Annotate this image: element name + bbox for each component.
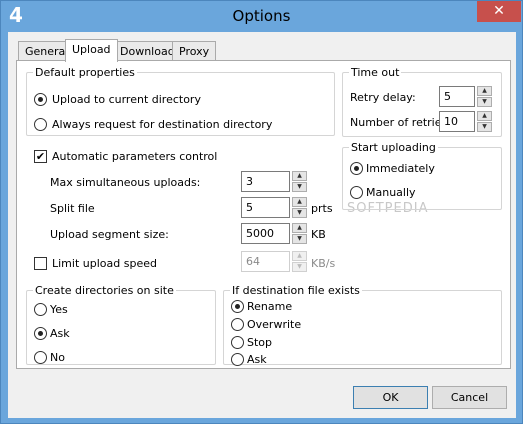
tab-proxy[interactable]: Proxy xyxy=(172,41,217,61)
dialog-client-area: General Upload Download Proxy SOFTPEDIA … xyxy=(8,32,516,418)
start-uploading-group: Start uploading Immediately Manually xyxy=(342,141,502,210)
spin-up-icon[interactable]: ▲ xyxy=(477,111,492,121)
split-file-input[interactable]: 5 xyxy=(241,197,290,218)
max-uploads-label: Max simultaneous uploads: xyxy=(50,176,201,189)
radio-dest-rename[interactable] xyxy=(231,300,244,313)
radio-create-dirs-no-label[interactable]: No xyxy=(50,351,65,364)
spin-down-icon[interactable]: ▼ xyxy=(292,182,307,192)
timeout-legend: Time out xyxy=(349,66,402,79)
create-dirs-legend: Create directories on site xyxy=(33,284,176,297)
create-dirs-group: Create directories on site Yes Ask No xyxy=(26,284,216,365)
limit-speed-input[interactable]: 64 xyxy=(241,251,290,272)
retry-delay-input[interactable]: 5 xyxy=(439,86,475,107)
default-properties-legend: Default properties xyxy=(33,66,137,79)
radio-immediately-label[interactable]: Immediately xyxy=(366,162,435,175)
spin-down-icon[interactable]: ▼ xyxy=(292,234,307,244)
spin-down-icon[interactable]: ▼ xyxy=(292,208,307,218)
retries-spinner[interactable]: ▲ ▼ xyxy=(477,111,492,132)
spin-down-icon[interactable]: ▼ xyxy=(477,97,492,107)
retries-input[interactable]: 10 xyxy=(439,111,475,132)
spin-up-icon[interactable]: ▲ xyxy=(292,251,307,261)
radio-immediately[interactable] xyxy=(350,162,363,175)
options-dialog: 4 Options ✕ General Upload Download Prox… xyxy=(0,0,523,424)
radio-upload-current-dir[interactable] xyxy=(34,93,47,106)
radio-manually-label[interactable]: Manually xyxy=(366,186,416,199)
tab-upload[interactable]: Upload xyxy=(65,39,118,62)
split-file-spinner[interactable]: ▲ ▼ xyxy=(292,197,307,218)
auto-params-label[interactable]: Automatic parameters control xyxy=(52,150,217,163)
radio-dest-rename-label[interactable]: Rename xyxy=(247,300,292,313)
dest-exists-group: If destination file exists Rename Overwr… xyxy=(223,284,502,366)
limit-speed-label[interactable]: Limit upload speed xyxy=(52,257,157,270)
timeout-group: Time out Retry delay: 5 ▲ ▼ Number of re… xyxy=(342,66,502,137)
retries-label: Number of retries: xyxy=(350,116,451,129)
spin-up-icon[interactable]: ▲ xyxy=(292,223,307,233)
radio-create-dirs-ask-label[interactable]: Ask xyxy=(50,327,70,340)
radio-upload-current-dir-label[interactable]: Upload to current directory xyxy=(52,93,201,106)
radio-create-dirs-ask[interactable] xyxy=(34,327,47,340)
segment-size-input[interactable]: 5000 xyxy=(241,223,290,244)
retry-delay-label: Retry delay: xyxy=(350,91,416,104)
spin-up-icon[interactable]: ▲ xyxy=(292,171,307,181)
radio-dest-overwrite[interactable] xyxy=(231,318,244,331)
radio-dest-ask-label[interactable]: Ask xyxy=(247,353,267,366)
max-uploads-input[interactable]: 3 xyxy=(241,171,290,192)
split-file-label: Split file xyxy=(50,202,95,215)
start-uploading-legend: Start uploading xyxy=(349,141,438,154)
spin-up-icon[interactable]: ▲ xyxy=(477,86,492,96)
default-properties-group: Default properties Upload to current dir… xyxy=(26,66,335,136)
limit-speed-spinner[interactable]: ▲ ▼ xyxy=(292,251,307,272)
cancel-button[interactable]: Cancel xyxy=(432,386,507,409)
radio-request-dest-dir-label[interactable]: Always request for destination directory xyxy=(52,118,272,131)
spin-down-icon[interactable]: ▼ xyxy=(477,122,492,132)
max-uploads-spinner[interactable]: ▲ ▼ xyxy=(292,171,307,192)
title-bar[interactable]: 4 Options ✕ xyxy=(1,1,522,31)
segment-size-spinner[interactable]: ▲ ▼ xyxy=(292,223,307,244)
retry-delay-spinner[interactable]: ▲ ▼ xyxy=(477,86,492,107)
limit-speed-checkbox[interactable] xyxy=(34,257,47,270)
window-title: Options xyxy=(232,7,291,25)
radio-manually[interactable] xyxy=(350,186,363,199)
close-button[interactable]: ✕ xyxy=(477,1,521,22)
split-file-unit: prts xyxy=(311,202,333,215)
radio-dest-ask[interactable] xyxy=(231,353,244,366)
segment-size-label: Upload segment size: xyxy=(50,228,169,241)
upload-tab-panel: SOFTPEDIA Default properties Upload to c… xyxy=(16,60,511,369)
radio-dest-stop[interactable] xyxy=(231,336,244,349)
segment-size-unit: KB xyxy=(311,228,326,241)
limit-speed-unit: KB/s xyxy=(311,257,336,270)
radio-create-dirs-yes[interactable] xyxy=(34,303,47,316)
ok-button[interactable]: OK xyxy=(353,386,428,409)
radio-dest-stop-label[interactable]: Stop xyxy=(247,336,272,349)
spin-up-icon[interactable]: ▲ xyxy=(292,197,307,207)
spin-down-icon[interactable]: ▼ xyxy=(292,262,307,272)
radio-create-dirs-yes-label[interactable]: Yes xyxy=(50,303,68,316)
radio-dest-overwrite-label[interactable]: Overwrite xyxy=(247,318,301,331)
radio-create-dirs-no[interactable] xyxy=(34,351,47,364)
radio-request-dest-dir[interactable] xyxy=(34,118,47,131)
auto-params-checkbox[interactable]: ✔ xyxy=(34,150,47,163)
dest-exists-legend: If destination file exists xyxy=(230,284,362,297)
